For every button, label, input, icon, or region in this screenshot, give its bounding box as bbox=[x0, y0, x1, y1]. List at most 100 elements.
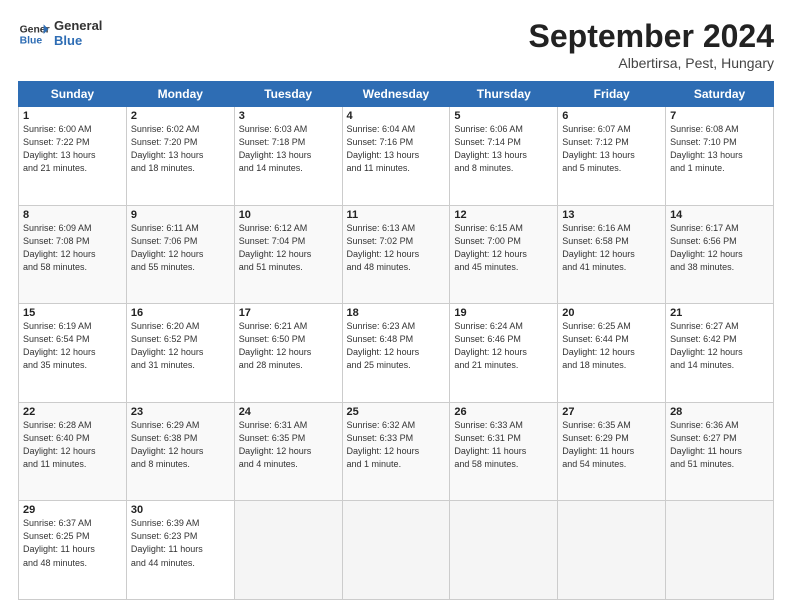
calendar-cell: 4Sunrise: 6:04 AM Sunset: 7:16 PM Daylig… bbox=[342, 107, 450, 206]
header-day-friday: Friday bbox=[558, 82, 666, 107]
logo-icon: General Blue bbox=[18, 18, 50, 50]
day-number: 30 bbox=[131, 504, 230, 516]
calendar-cell: 28 Sunrise: 6:36 AM Sunset: 6:27 PM Dayli… bbox=[666, 402, 774, 501]
page: General Blue General Blue September 2024… bbox=[0, 0, 792, 612]
calendar-cell: 3 Sunrise: 6:03 AM Sunset: 7:18 PM Daylig… bbox=[234, 107, 342, 206]
calendar-cell: 29 Sunrise: 6:37 AM Sunset: 6:25 PM Dayli… bbox=[19, 501, 127, 600]
calendar-cell: 19Sunrise: 6:24 AM Sunset: 6:46 PM Dayli… bbox=[450, 304, 558, 403]
day-number: 16 bbox=[131, 307, 230, 319]
header-day-wednesday: Wednesday bbox=[342, 82, 450, 107]
calendar-cell: 13 Sunrise: 6:16 AM Sunset: 6:58 PM Dayli… bbox=[558, 205, 666, 304]
calendar-week-4: 22 Sunrise: 6:28 AM Sunset: 6:40 PM Dayli… bbox=[19, 402, 774, 501]
calendar-cell: 18 Sunrise: 6:23 AM Sunset: 6:48 PM Dayli… bbox=[342, 304, 450, 403]
day-number: 10 bbox=[239, 209, 338, 221]
day-number: 17 bbox=[239, 307, 338, 319]
day-number: 24 bbox=[239, 406, 338, 418]
svg-text:Blue: Blue bbox=[20, 36, 43, 47]
header-day-tuesday: Tuesday bbox=[234, 82, 342, 107]
day-info: Sunrise: 6:08 AM Sunset: 7:10 PM Dayligh… bbox=[670, 124, 743, 173]
day-number: 28 bbox=[670, 406, 769, 418]
day-number: 8 bbox=[23, 209, 122, 221]
calendar-cell: 15Sunrise: 6:19 AM Sunset: 6:54 PM Dayli… bbox=[19, 304, 127, 403]
day-number: 12 bbox=[454, 209, 553, 221]
day-info: Sunrise: 6:37 AM Sunset: 6:25 PM Dayligh… bbox=[23, 518, 95, 567]
day-info: Sunrise: 6:02 AM Sunset: 7:20 PM Dayligh… bbox=[131, 124, 204, 173]
calendar-cell: 2 Sunrise: 6:02 AM Sunset: 7:20 PM Daylig… bbox=[126, 107, 234, 206]
day-info: Sunrise: 6:23 AM Sunset: 6:48 PM Dayligh… bbox=[347, 321, 420, 370]
day-number: 7 bbox=[670, 110, 769, 122]
day-number: 20 bbox=[562, 307, 661, 319]
day-number: 11 bbox=[347, 209, 446, 221]
day-info: Sunrise: 6:20 AM Sunset: 6:52 PM Dayligh… bbox=[131, 321, 204, 370]
calendar-week-3: 15Sunrise: 6:19 AM Sunset: 6:54 PM Dayli… bbox=[19, 304, 774, 403]
calendar-cell: 20 Sunrise: 6:25 AM Sunset: 6:44 PM Dayli… bbox=[558, 304, 666, 403]
calendar-cell: 24 Sunrise: 6:31 AM Sunset: 6:35 PM Dayli… bbox=[234, 402, 342, 501]
day-number: 27 bbox=[562, 406, 661, 418]
day-number: 5 bbox=[454, 110, 553, 122]
calendar-cell: 1 Sunrise: 6:00 AM Sunset: 7:22 PM Daylig… bbox=[19, 107, 127, 206]
day-number: 14 bbox=[670, 209, 769, 221]
day-number: 26 bbox=[454, 406, 553, 418]
subtitle: Albertirsa, Pest, Hungary bbox=[529, 55, 774, 71]
calendar-cell: 26Sunrise: 6:33 AM Sunset: 6:31 PM Dayli… bbox=[450, 402, 558, 501]
logo-line1: General bbox=[54, 19, 102, 34]
calendar-cell: 22 Sunrise: 6:28 AM Sunset: 6:40 PM Dayli… bbox=[19, 402, 127, 501]
logo-label: General Blue bbox=[54, 19, 102, 49]
day-number: 13 bbox=[562, 209, 661, 221]
day-info: Sunrise: 6:28 AM Sunset: 6:40 PM Dayligh… bbox=[23, 420, 96, 469]
calendar-week-1: 1 Sunrise: 6:00 AM Sunset: 7:22 PM Daylig… bbox=[19, 107, 774, 206]
day-number: 1 bbox=[23, 110, 122, 122]
logo: General Blue General Blue bbox=[18, 18, 102, 50]
calendar-cell: 27Sunrise: 6:35 AM Sunset: 6:29 PM Dayli… bbox=[558, 402, 666, 501]
day-info: Sunrise: 6:07 AM Sunset: 7:12 PM Dayligh… bbox=[562, 124, 635, 173]
day-info: Sunrise: 6:21 AM Sunset: 6:50 PM Dayligh… bbox=[239, 321, 312, 370]
day-info: Sunrise: 6:27 AM Sunset: 6:42 PM Dayligh… bbox=[670, 321, 743, 370]
day-info: Sunrise: 6:06 AM Sunset: 7:14 PM Dayligh… bbox=[454, 124, 527, 173]
day-info: Sunrise: 6:32 AM Sunset: 6:33 PM Dayligh… bbox=[347, 420, 420, 469]
calendar-cell: 25Sunrise: 6:32 AM Sunset: 6:33 PM Dayli… bbox=[342, 402, 450, 501]
calendar-cell bbox=[234, 501, 342, 600]
day-info: Sunrise: 6:00 AM Sunset: 7:22 PM Dayligh… bbox=[23, 124, 96, 173]
calendar-cell: 6 Sunrise: 6:07 AM Sunset: 7:12 PM Daylig… bbox=[558, 107, 666, 206]
calendar-cell: 30 Sunrise: 6:39 AM Sunset: 6:23 PM Dayli… bbox=[126, 501, 234, 600]
day-info: Sunrise: 6:31 AM Sunset: 6:35 PM Dayligh… bbox=[239, 420, 312, 469]
day-number: 21 bbox=[670, 307, 769, 319]
calendar-cell: 10 Sunrise: 6:12 AM Sunset: 7:04 PM Dayli… bbox=[234, 205, 342, 304]
calendar-cell: 21 Sunrise: 6:27 AM Sunset: 6:42 PM Dayli… bbox=[666, 304, 774, 403]
calendar-table: SundayMondayTuesdayWednesdayThursdayFrid… bbox=[18, 81, 774, 600]
calendar-cell: 23 Sunrise: 6:29 AM Sunset: 6:38 PM Dayli… bbox=[126, 402, 234, 501]
title-block: September 2024 Albertirsa, Pest, Hungary bbox=[529, 18, 774, 71]
calendar-cell: 9Sunrise: 6:11 AM Sunset: 7:06 PM Daylig… bbox=[126, 205, 234, 304]
day-info: Sunrise: 6:19 AM Sunset: 6:54 PM Dayligh… bbox=[23, 321, 96, 370]
day-number: 2 bbox=[131, 110, 230, 122]
day-number: 18 bbox=[347, 307, 446, 319]
day-info: Sunrise: 6:16 AM Sunset: 6:58 PM Dayligh… bbox=[562, 223, 635, 272]
calendar-cell: 5 Sunrise: 6:06 AM Sunset: 7:14 PM Daylig… bbox=[450, 107, 558, 206]
calendar-cell: 11Sunrise: 6:13 AM Sunset: 7:02 PM Dayli… bbox=[342, 205, 450, 304]
calendar-cell: 7 Sunrise: 6:08 AM Sunset: 7:10 PM Daylig… bbox=[666, 107, 774, 206]
day-number: 19 bbox=[454, 307, 553, 319]
day-number: 22 bbox=[23, 406, 122, 418]
day-info: Sunrise: 6:29 AM Sunset: 6:38 PM Dayligh… bbox=[131, 420, 204, 469]
day-info: Sunrise: 6:15 AM Sunset: 7:00 PM Dayligh… bbox=[454, 223, 527, 272]
day-number: 29 bbox=[23, 504, 122, 516]
day-info: Sunrise: 6:25 AM Sunset: 6:44 PM Dayligh… bbox=[562, 321, 635, 370]
calendar-cell: 8Sunrise: 6:09 AM Sunset: 7:08 PM Daylig… bbox=[19, 205, 127, 304]
day-number: 23 bbox=[131, 406, 230, 418]
calendar-cell bbox=[342, 501, 450, 600]
day-info: Sunrise: 6:39 AM Sunset: 6:23 PM Dayligh… bbox=[131, 518, 203, 567]
calendar-cell: 17 Sunrise: 6:21 AM Sunset: 6:50 PM Dayli… bbox=[234, 304, 342, 403]
day-number: 3 bbox=[239, 110, 338, 122]
day-number: 6 bbox=[562, 110, 661, 122]
day-info: Sunrise: 6:36 AM Sunset: 6:27 PM Dayligh… bbox=[670, 420, 742, 469]
calendar-week-5: 29 Sunrise: 6:37 AM Sunset: 6:25 PM Dayli… bbox=[19, 501, 774, 600]
day-info: Sunrise: 6:12 AM Sunset: 7:04 PM Dayligh… bbox=[239, 223, 312, 272]
header-row: SundayMondayTuesdayWednesdayThursdayFrid… bbox=[19, 82, 774, 107]
day-info: Sunrise: 6:17 AM Sunset: 6:56 PM Dayligh… bbox=[670, 223, 743, 272]
day-info: Sunrise: 6:03 AM Sunset: 7:18 PM Dayligh… bbox=[239, 124, 312, 173]
calendar-cell bbox=[666, 501, 774, 600]
calendar-cell: 16 Sunrise: 6:20 AM Sunset: 6:52 PM Dayli… bbox=[126, 304, 234, 403]
day-number: 9 bbox=[131, 209, 230, 221]
header-day-sunday: Sunday bbox=[19, 82, 127, 107]
header-day-saturday: Saturday bbox=[666, 82, 774, 107]
